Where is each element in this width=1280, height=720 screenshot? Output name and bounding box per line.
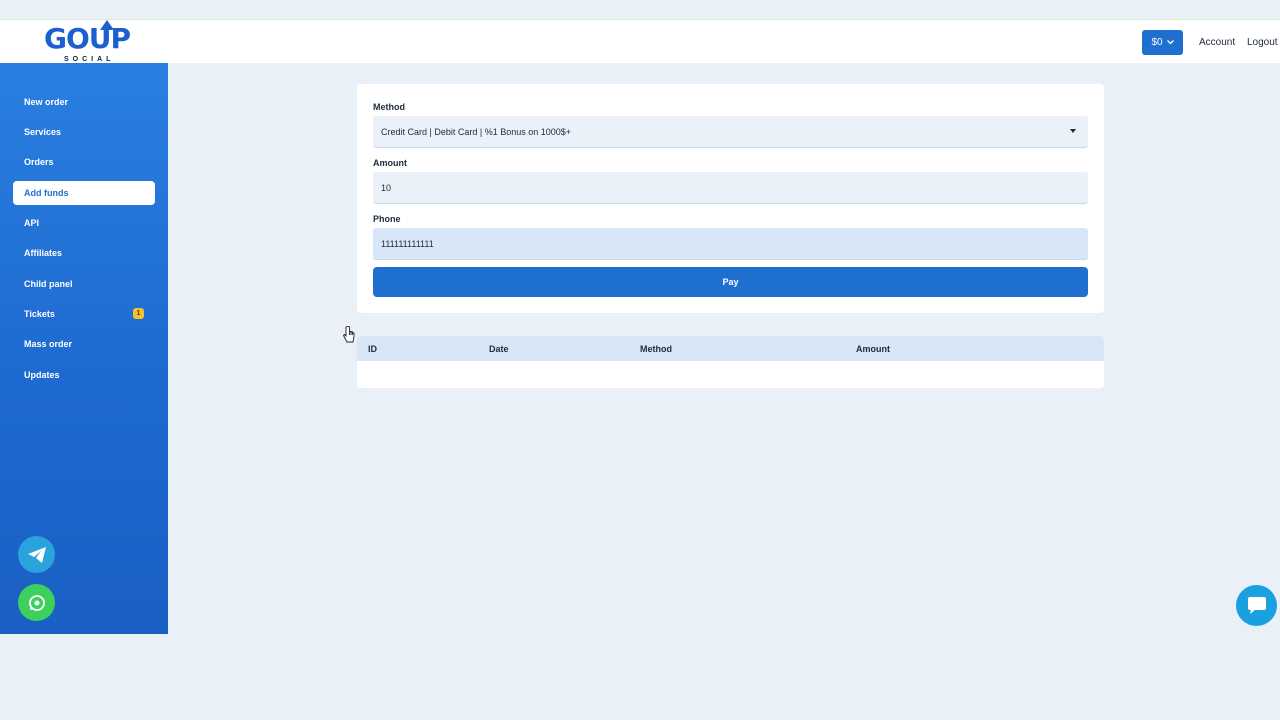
pay-button[interactable]: Pay: [373, 267, 1088, 297]
method-select[interactable]: Credit Card | Debit Card | %1 Bonus on 1…: [373, 116, 1088, 148]
sidebar-item-label: New order: [24, 97, 69, 107]
sidebar-item-label: Child panel: [24, 279, 73, 289]
sidebar-item-add-funds[interactable]: Add funds: [13, 181, 155, 205]
whatsapp-icon: [28, 594, 45, 611]
tickets-count-badge: 1: [133, 308, 144, 319]
sidebar-item-child-panel[interactable]: Child panel: [13, 272, 155, 296]
sidebar-item-api[interactable]: API: [13, 211, 155, 235]
method-label: Method: [373, 102, 405, 112]
sidebar-item-label: Affiliates: [24, 248, 63, 258]
chat-bubble-icon: [1247, 596, 1266, 614]
chevron-down-icon: [1166, 40, 1174, 45]
column-header-amount[interactable]: Amount: [856, 344, 890, 354]
sidebar-item-tickets[interactable]: Tickets 1: [13, 302, 155, 326]
logo-arrow-icon: [100, 20, 114, 30]
sidebar-item-orders[interactable]: Orders: [13, 150, 155, 174]
sidebar-item-updates[interactable]: Updates: [13, 363, 155, 387]
sidebar-item-new-order[interactable]: New order: [13, 90, 155, 114]
sidebar-item-label: Services: [24, 127, 62, 137]
whatsapp-button[interactable]: [18, 584, 55, 621]
logo-subtext: SOCIAL: [64, 56, 115, 63]
sidebar-item-label: Orders: [24, 157, 54, 167]
amount-input[interactable]: 10: [373, 172, 1088, 204]
phone-label: Phone: [373, 214, 401, 224]
column-header-date[interactable]: Date: [489, 344, 509, 354]
amount-input-value: 10: [381, 182, 392, 193]
sidebar-item-affiliates[interactable]: Affiliates: [13, 241, 155, 265]
logo-text: GOUP: [44, 22, 131, 55]
sidebar-item-mass-order[interactable]: Mass order: [13, 332, 155, 356]
telegram-button[interactable]: [18, 536, 55, 573]
sidebar-item-label: Mass order: [24, 339, 73, 349]
phone-input[interactable]: 111111111111: [373, 228, 1088, 260]
hand-cursor-icon: [342, 326, 355, 343]
sidebar-item-label: Updates: [24, 370, 60, 380]
top-header: GOUP SOCIAL $0 Account Logout: [0, 19, 1280, 63]
column-header-id[interactable]: ID: [368, 344, 377, 354]
sidebar: New order Services Orders Add funds API …: [0, 63, 168, 634]
sidebar-item-label: API: [24, 218, 40, 228]
brand-logo[interactable]: GOUP SOCIAL: [44, 20, 131, 64]
top-strip: [0, 0, 1280, 18]
sidebar-item-label: Tickets: [24, 309, 55, 319]
payment-history-table: ID Date Method Amount: [357, 336, 1104, 388]
add-funds-form: Method Credit Card | Debit Card | %1 Bon…: [357, 84, 1104, 313]
table-header: ID Date Method Amount: [357, 336, 1104, 361]
sidebar-item-label: Add funds: [24, 188, 69, 198]
account-link[interactable]: Account: [1199, 37, 1235, 48]
phone-input-value: 111111111111: [381, 238, 434, 249]
telegram-icon: [27, 546, 46, 563]
caret-down-icon: [1070, 129, 1076, 133]
logout-link[interactable]: Logout: [1247, 37, 1278, 48]
sidebar-item-services[interactable]: Services: [13, 120, 155, 144]
amount-label: Amount: [373, 158, 407, 168]
column-header-method[interactable]: Method: [640, 344, 672, 354]
live-chat-button[interactable]: [1236, 585, 1277, 626]
balance-dropdown-button[interactable]: $0: [1142, 30, 1183, 55]
balance-value: $0: [1151, 37, 1163, 48]
method-select-value: Credit Card | Debit Card | %1 Bonus on 1…: [381, 126, 572, 137]
